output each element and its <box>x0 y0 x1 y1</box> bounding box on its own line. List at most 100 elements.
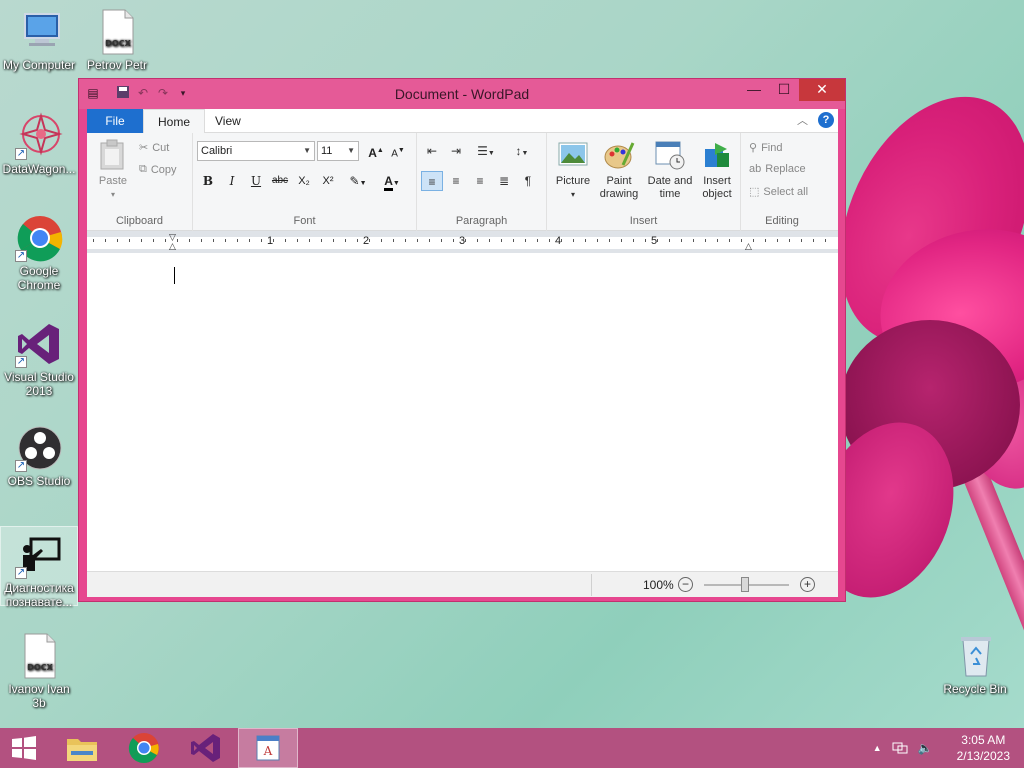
bullet-list-icon[interactable]: ☰▼ <box>471 141 501 161</box>
zoom-slider-thumb[interactable] <box>741 577 749 592</box>
desktop-icon-my-computer[interactable]: My Computer <box>0 8 78 72</box>
ruler[interactable]: 1 2 3 4 5 ▽ △ △ <box>87 231 838 253</box>
show-hidden-icons-icon[interactable]: ▲ <box>873 743 882 753</box>
desktop-icon-diagnostika[interactable]: ↗ Диагностика познавате... <box>0 526 78 609</box>
replace-button[interactable]: ab Replace <box>749 163 806 175</box>
text-color-button[interactable]: A▼ <box>377 171 407 191</box>
line-spacing-icon[interactable]: ↕▼ <box>507 141 537 161</box>
tab-view[interactable]: View <box>201 109 255 133</box>
taskbar-visual-studio[interactable] <box>176 728 236 768</box>
desktop-icon-ivanov-ivan[interactable]: DOCX Ivanov Ivan 3b <box>0 632 78 710</box>
find-button[interactable]: ⚲ Find <box>749 141 782 155</box>
ruler-tick <box>357 239 358 242</box>
font-group: Calibri ▼ 11 ▼ A▲ A▼ B I U abc X₂ X² ✎▼ <box>193 133 417 231</box>
zoom-in-button[interactable]: + <box>800 577 815 592</box>
align-left-icon[interactable]: ≡ <box>421 171 443 191</box>
taskbar-file-explorer[interactable] <box>52 728 112 768</box>
network-icon[interactable] <box>892 740 908 757</box>
close-button[interactable]: ✕ <box>799 79 845 101</box>
chrome-icon <box>128 733 159 764</box>
title-bar[interactable]: ▤ ↶ ↷ ▾ Document - WordPad — ☐ ✕ <box>79 79 845 109</box>
paragraph-group: ⇤ ⇥ ☰▼ ↕▼ ≡ ≡ ≡ ≣ ¶ Paragraph <box>417 133 547 231</box>
ruler-tick <box>129 239 130 242</box>
ruler-tick <box>813 239 814 242</box>
start-button[interactable] <box>0 728 48 768</box>
status-bar: 100% − + <box>87 571 838 597</box>
picture-icon <box>557 139 589 171</box>
shrink-font-button[interactable]: A▼ <box>387 141 409 161</box>
select-all-icon: ⬚ <box>749 186 760 198</box>
increase-indent-icon[interactable]: ⇥ <box>445 141 467 161</box>
group-label-paragraph: Paragraph <box>455 215 508 227</box>
presentation-icon: ↗ <box>15 531 63 579</box>
taskbar-wordpad[interactable]: A <box>238 728 298 768</box>
paragraph-settings-icon[interactable]: ¶ <box>517 171 539 191</box>
ruler-tick <box>165 239 166 242</box>
tab-home[interactable]: Home <box>143 109 206 134</box>
strikethrough-button[interactable]: abc <box>269 171 291 191</box>
desktop-icon-label: DataWagon... <box>2 162 76 176</box>
insert-picture-button[interactable]: Picture ▾ <box>551 139 595 201</box>
superscript-button[interactable]: X² <box>317 171 339 191</box>
ruler-tick <box>261 239 262 242</box>
copy-icon: ⧉ <box>139 163 147 175</box>
shortcut-arrow-icon: ↗ <box>15 460 27 472</box>
chevron-down-icon: ▼ <box>392 180 400 187</box>
paste-dropdown-icon[interactable]: ▾ <box>95 188 131 201</box>
left-indent-marker[interactable]: ▽ △ <box>169 233 176 251</box>
ruler-tick <box>321 239 322 242</box>
underline-button[interactable]: U <box>245 171 267 191</box>
zoom-out-button[interactable]: − <box>678 577 693 592</box>
wordpad-client: File Home View ︿ ? Paste ▾ ✂ Cut ⧉ Copy … <box>87 109 838 597</box>
document-editor[interactable] <box>87 253 838 571</box>
ruler-tick <box>501 239 502 242</box>
copy-button[interactable]: ⧉ Copy <box>139 163 177 176</box>
visual-studio-icon <box>191 734 220 762</box>
desktop-icon-label: Google Chrome <box>17 264 61 292</box>
subscript-button[interactable]: X₂ <box>293 171 315 191</box>
align-center-icon[interactable]: ≡ <box>445 171 467 191</box>
justify-icon[interactable]: ≣ <box>493 171 515 191</box>
desktop-icon-recycle-bin[interactable]: Recycle Bin <box>936 632 1014 696</box>
ruler-tick <box>465 239 466 242</box>
cut-button[interactable]: ✂ Cut <box>139 141 169 155</box>
paint-drawing-button[interactable]: Paint drawing <box>597 139 641 201</box>
clock[interactable]: 3:05 AM 2/13/2023 <box>957 732 1010 764</box>
align-right-icon[interactable]: ≡ <box>469 171 491 191</box>
ruler-tick <box>801 239 802 242</box>
desktop-icon-datawagon[interactable]: ↗ DataWagon... <box>0 112 78 176</box>
scissors-icon: ✂ <box>139 142 149 154</box>
desktop-icon-obs-studio[interactable]: ↗ OBS Studio <box>0 424 78 488</box>
desktop-icon-google-chrome[interactable]: ↗ Google Chrome <box>0 214 78 292</box>
help-icon[interactable]: ? <box>818 112 834 128</box>
ruler-tick <box>549 239 550 242</box>
maximize-button[interactable]: ☐ <box>769 79 799 101</box>
group-label-insert: Insert <box>629 215 658 227</box>
bold-button[interactable]: B <box>197 171 219 191</box>
shortcut-arrow-icon: ↗ <box>15 567 27 579</box>
desktop-icon-label: My Computer <box>2 58 76 72</box>
volume-icon[interactable]: 🔈 <box>918 741 933 755</box>
minimize-ribbon-icon[interactable]: ︿ <box>797 112 808 128</box>
ribbon: Paste ▾ ✂ Cut ⧉ Copy Clipboard Calibri ▼ <box>87 133 838 231</box>
desktop-icon-petrov-petr[interactable]: DOCX Petrov Petr <box>78 8 156 72</box>
select-all-button[interactable]: ⬚ Select all <box>749 185 808 199</box>
calendar-clock-icon <box>654 139 686 171</box>
font-family-select[interactable]: Calibri ▼ <box>197 141 315 161</box>
font-size-select[interactable]: 11 ▼ <box>317 141 359 161</box>
paste-button[interactable]: Paste ▾ <box>95 139 131 201</box>
right-indent-marker[interactable]: △ <box>745 241 752 252</box>
minimize-button[interactable]: — <box>739 79 769 101</box>
taskbar-chrome[interactable] <box>114 728 174 768</box>
tab-file[interactable]: File <box>87 109 143 133</box>
decrease-indent-icon[interactable]: ⇤ <box>421 141 443 161</box>
grow-font-button[interactable]: A▲ <box>365 141 387 161</box>
desktop-icon-visual-studio[interactable]: ↗ Visual Studio 2013 <box>0 320 78 398</box>
desktop-icon-label: Recycle Bin <box>943 682 1007 696</box>
chrome-icon: ↗ <box>15 214 63 262</box>
italic-button[interactable]: I <box>221 171 243 191</box>
insert-object-button[interactable]: Insert object <box>697 139 737 201</box>
ruler-tick <box>189 239 190 242</box>
date-time-button[interactable]: Date and time <box>645 139 695 201</box>
highlight-color-button[interactable]: ✎▼ <box>343 171 373 191</box>
